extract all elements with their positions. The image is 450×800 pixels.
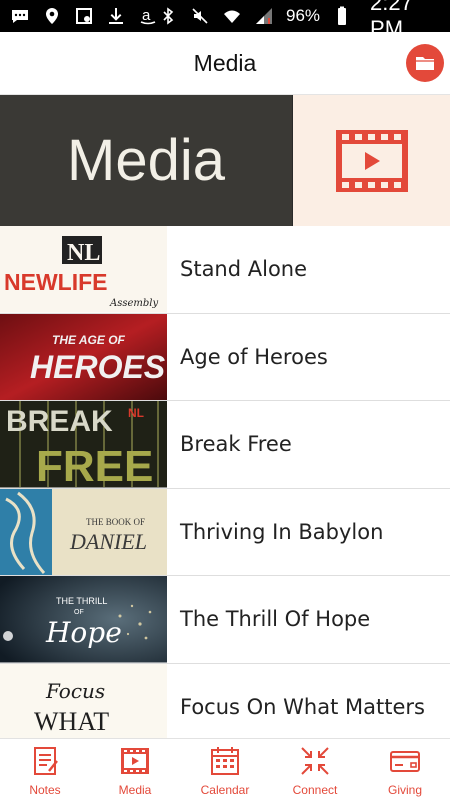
bluetooth-icon <box>158 6 178 26</box>
svg-text:OF: OF <box>74 609 84 616</box>
nav-calendar[interactable]: Calendar <box>180 739 270 800</box>
svg-text:a: a <box>142 7 151 24</box>
nav-notes[interactable]: Notes <box>0 739 90 800</box>
page-title: Media <box>193 49 257 76</box>
giving-card-icon <box>389 745 421 777</box>
bottom-nav: Notes Media Calendar Connect Giving <box>0 738 450 800</box>
status-bar: a 96% 2:27 PM <box>0 0 450 41</box>
svg-text:THE AGE OF: THE AGE OF <box>52 333 126 347</box>
media-item-thriving-in-babylon[interactable]: THE BOOK OF DANIEL Thriving In Babylon <box>0 488 450 576</box>
nav-label: Connect <box>292 783 338 797</box>
nav-label: Giving <box>387 783 422 797</box>
app-header: Media <box>0 32 450 95</box>
svg-text:HEROES: HEROES <box>30 349 166 385</box>
media-item-break-free[interactable]: BREAK FREE NL Break Free <box>0 401 450 489</box>
media-item-label: Focus On What Matters <box>180 694 425 719</box>
nav-connect[interactable]: Connect <box>270 739 360 800</box>
wifi-icon <box>222 6 242 26</box>
nav-media[interactable]: Media <box>90 739 180 800</box>
nav-giving[interactable]: Giving <box>360 739 450 800</box>
thumbnail-book-of-daniel: THE BOOK OF DANIEL <box>0 488 167 575</box>
media-item-thrill-of-hope[interactable]: THE THRILL OF Hope The Thrill Of Hope <box>0 576 450 664</box>
media-item-label: Age of Heroes <box>180 344 328 369</box>
connect-icon <box>299 745 331 777</box>
svg-text:FREE: FREE <box>36 442 153 488</box>
message-icon <box>10 6 30 26</box>
thumbnail-thrill-of-hope: THE THRILL OF Hope <box>0 576 167 663</box>
media-item-stand-alone[interactable]: NL NEWLIFE Assembly Stand Alone <box>0 226 450 314</box>
mute-icon <box>190 6 210 26</box>
svg-text:Assembly: Assembly <box>109 298 158 309</box>
svg-text:Hope: Hope <box>45 616 122 649</box>
media-hero-banner: Media <box>0 95 450 226</box>
nav-label: Calendar <box>200 783 250 797</box>
svg-text:THE THRILL: THE THRILL <box>56 596 107 606</box>
media-icon <box>119 745 151 777</box>
notes-icon <box>29 745 61 777</box>
svg-text:NEWLIFE: NEWLIFE <box>4 269 108 295</box>
svg-text:DANIEL: DANIEL <box>69 529 147 554</box>
hero-icon-panel <box>292 95 450 226</box>
location-icon <box>42 6 62 26</box>
thumbnail-age-of-heroes: THE AGE OF HEROES <box>0 313 167 400</box>
svg-text:THE BOOK OF: THE BOOK OF <box>86 517 145 527</box>
media-item-label: Thriving In Babylon <box>180 519 384 544</box>
media-item-focus-on-what-matters[interactable]: Focus WHAT atters Focus On What Matters <box>0 663 450 738</box>
nav-label: Notes <box>29 783 61 797</box>
screenshot-icon <box>74 6 94 26</box>
amazon-icon: a <box>138 6 158 26</box>
svg-text:Focus: Focus <box>45 679 105 703</box>
svg-text:WHAT: WHAT <box>34 707 109 736</box>
thumbnail-break-free: BREAK FREE NL <box>0 401 167 488</box>
folder-icon <box>416 57 434 70</box>
media-item-label: Stand Alone <box>180 257 308 282</box>
thumbnail-newlife: NL NEWLIFE Assembly <box>0 226 167 313</box>
media-item-age-of-heroes[interactable]: THE AGE OF HEROES Age of Heroes <box>0 313 450 401</box>
hero-title-panel: Media <box>0 95 292 226</box>
signal-icon <box>254 6 274 26</box>
download-icon <box>106 6 126 26</box>
folder-button[interactable] <box>406 44 444 82</box>
status-left: a <box>10 6 158 26</box>
svg-text:BREAK: BREAK <box>6 405 113 438</box>
media-item-label: Break Free <box>180 432 292 457</box>
nav-label: Media <box>118 783 152 797</box>
media-list: NL NEWLIFE Assembly Stand Alone THE AGE … <box>0 226 450 738</box>
svg-text:NL: NL <box>128 406 144 420</box>
svg-text:NL: NL <box>67 240 100 266</box>
media-item-label: The Thrill Of Hope <box>180 607 371 632</box>
video-film-icon <box>335 129 408 192</box>
hero-title: Media <box>67 128 225 193</box>
calendar-icon <box>209 745 241 777</box>
battery-icon <box>332 6 352 26</box>
battery-percent: 96% <box>286 6 321 25</box>
thumbnail-focus: Focus WHAT atters <box>0 663 167 738</box>
